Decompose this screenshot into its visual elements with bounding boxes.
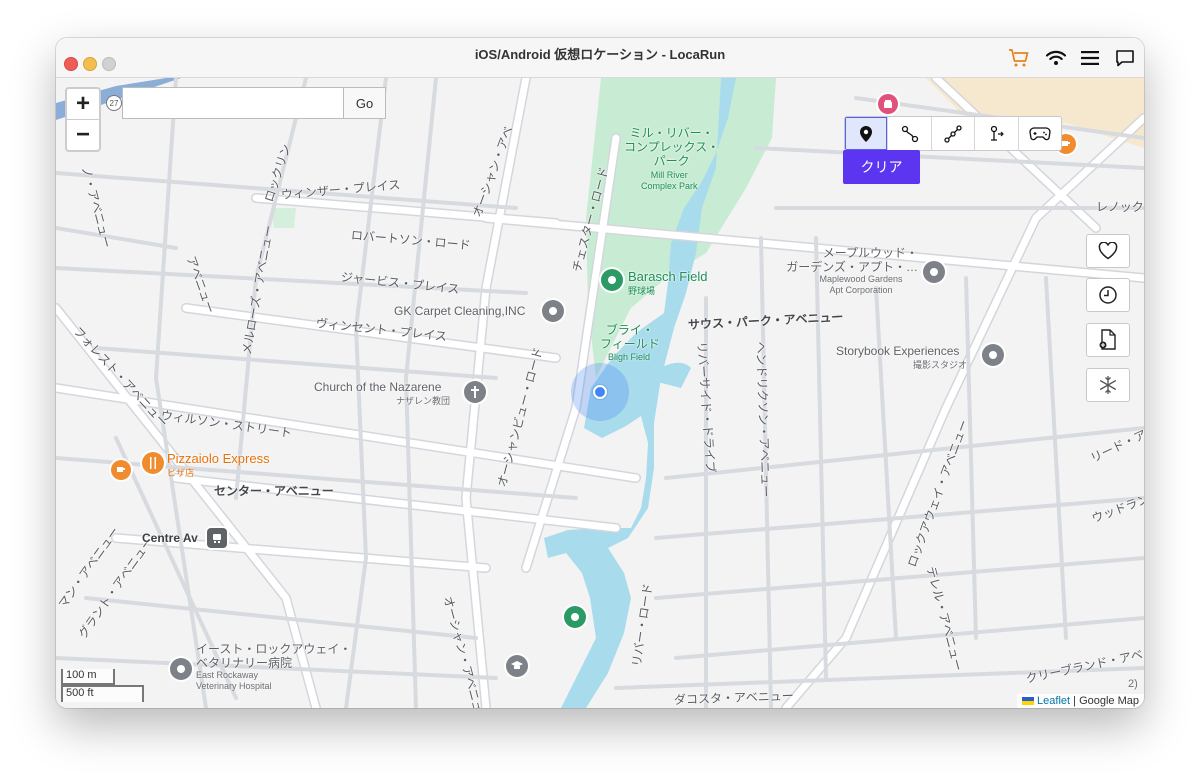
- poi-bligh-jp-line2: フィールド: [600, 337, 660, 351]
- zoom-control: + −: [65, 87, 101, 152]
- cafe-pin-icon[interactable]: [111, 460, 131, 480]
- google-map-link[interactable]: Google Map: [1079, 695, 1139, 707]
- gamepad-icon[interactable]: [1017, 117, 1061, 150]
- barasch-field-pin-icon[interactable]: [601, 269, 623, 291]
- poi-pizza-jp: ピザ店: [167, 468, 195, 478]
- joystick-route-icon[interactable]: [974, 117, 1017, 150]
- attribution: Leaflet | Google Map: [1016, 694, 1144, 708]
- ukraine-flag-icon: [1021, 697, 1034, 706]
- poi-mill-river-jp-line2: コンプレックス・: [624, 140, 720, 154]
- poi-barasch-field: Barasch Field: [628, 269, 708, 284]
- poi-gk-carpet: GK Carpet Cleaning,INC: [394, 304, 526, 318]
- zoom-out-button[interactable]: −: [67, 119, 99, 150]
- poi-mill-river-jp-line1: ミル・リバー・: [629, 126, 714, 140]
- attribution-extra: 2): [1128, 678, 1138, 690]
- poi-bligh-field-en: Bligh Field: [608, 352, 651, 362]
- poi-maplewood-jp: メープルウッド・ ガーデンズ・アプト・…: [768, 246, 918, 274]
- poi-maplewood-jp-line1: メープルウッド・: [822, 246, 918, 260]
- poi-mill-river-en-line1: Mill River: [650, 170, 688, 180]
- poi-pizza: Pizzaiolo Express: [167, 451, 270, 466]
- poi-church-jp: ナザレン教団: [396, 396, 451, 406]
- app-window: iOS/Android 仮想ロケーション - LocaRun ウィンザー・プレイ…: [56, 38, 1144, 708]
- maplewood-pin-icon[interactable]: [923, 261, 945, 283]
- poi-vet-en-line2: Veterinary Hospital: [196, 681, 272, 691]
- history-icon: [1099, 286, 1117, 304]
- train-station-icon[interactable]: [207, 528, 227, 548]
- title-bar: iOS/Android 仮想ロケーション - LocaRun: [56, 38, 1144, 78]
- poi-mill-river-en: Mill River Complex Park: [641, 170, 698, 192]
- poi-barasch-field-jp: 野球場: [628, 286, 656, 296]
- poi-mill-river-jp: ミル・リバー・ コンプレックス・ パーク: [624, 126, 719, 168]
- scale-metric: 100 m: [61, 669, 115, 685]
- street-label-lenox: レノック: [1096, 200, 1144, 214]
- vet-pin-icon[interactable]: [170, 658, 192, 680]
- poi-maplewood-en: Maplewood Gardens Apt Corporation: [801, 274, 921, 296]
- leaflet-link[interactable]: Leaflet: [1037, 695, 1070, 707]
- park-pin-icon[interactable]: [564, 606, 586, 628]
- clear-button[interactable]: クリア: [843, 150, 920, 184]
- favorite-icon: [1098, 242, 1118, 260]
- school-pin-icon[interactable]: [506, 655, 528, 677]
- poi-vet-en-line1: East Rockaway: [196, 670, 259, 680]
- gk-carpet-pin-icon[interactable]: [542, 300, 564, 322]
- church-pin-icon[interactable]: [464, 381, 486, 403]
- import-gpx-icon: [1099, 329, 1116, 350]
- poi-church: Church of the Nazarene: [314, 380, 442, 394]
- poi-bligh-field-jp: ブライ・ フィールド: [600, 323, 660, 351]
- chat-icon[interactable]: [1113, 46, 1137, 70]
- street-label-center: センター・アベニュー: [214, 484, 334, 498]
- menu-icon[interactable]: [1078, 46, 1102, 70]
- go-button[interactable]: Go: [344, 87, 386, 119]
- poi-centre-av: Centre Av: [142, 531, 198, 545]
- poi-maplewood-jp-line2: ガーデンズ・アプト・…: [786, 260, 918, 274]
- pizza-pin-icon[interactable]: [142, 452, 164, 474]
- multi-spot-route-icon[interactable]: [930, 117, 974, 150]
- search-input[interactable]: [122, 87, 344, 119]
- map-view[interactable]: ウィンザー・プレイス ロバートソン・ロード ジャービス・プレイス ヴィンセント・…: [56, 78, 1144, 708]
- poi-vet-en: East Rockaway Veterinary Hospital: [196, 670, 272, 692]
- cart-icon[interactable]: [1007, 46, 1031, 70]
- mode-toolbar: [844, 116, 1062, 151]
- poi-mill-river-jp-line3: パーク: [653, 154, 690, 168]
- poi-storybook-jp: 撮影スタジオ: [913, 360, 968, 370]
- freeze-button[interactable]: [1086, 368, 1130, 402]
- attribution-separator: |: [1070, 695, 1080, 707]
- poi-vet-jp: イースト・ロックアウェイ・ ベタリナリー病院: [196, 642, 351, 670]
- freeze-icon: [1099, 376, 1117, 394]
- poi-storybook: Storybook Experiences: [836, 344, 960, 358]
- window-title: iOS/Android 仮想ロケーション - LocaRun: [474, 47, 726, 62]
- poi-vet-jp-line2: ベタリナリー病院: [196, 656, 293, 670]
- poi-maplewood-en-line2: Apt Corporation: [829, 285, 893, 295]
- teleport-mode-icon[interactable]: [845, 117, 888, 150]
- wifi-icon[interactable]: [1044, 46, 1068, 70]
- history-button[interactable]: [1086, 278, 1130, 312]
- poi-vet-jp-line1: イースト・ロックアウェイ・: [196, 642, 352, 656]
- favorite-button[interactable]: [1086, 234, 1130, 268]
- zoom-in-button[interactable]: +: [67, 89, 99, 119]
- scale-imperial: 500 ft: [61, 685, 144, 702]
- poi-mill-river-en-line2: Complex Park: [641, 181, 698, 191]
- storybook-pin-icon[interactable]: [982, 344, 1004, 366]
- two-spot-route-icon[interactable]: [887, 117, 930, 150]
- current-location-dot[interactable]: [593, 385, 607, 399]
- import-gpx-button[interactable]: [1086, 323, 1130, 357]
- route-27-shield: 27: [106, 95, 122, 111]
- poi-maplewood-en-line1: Maplewood Gardens: [819, 274, 903, 284]
- poi-bligh-jp-line1: ブライ・: [605, 323, 654, 337]
- shop-pin-icon[interactable]: [878, 94, 898, 114]
